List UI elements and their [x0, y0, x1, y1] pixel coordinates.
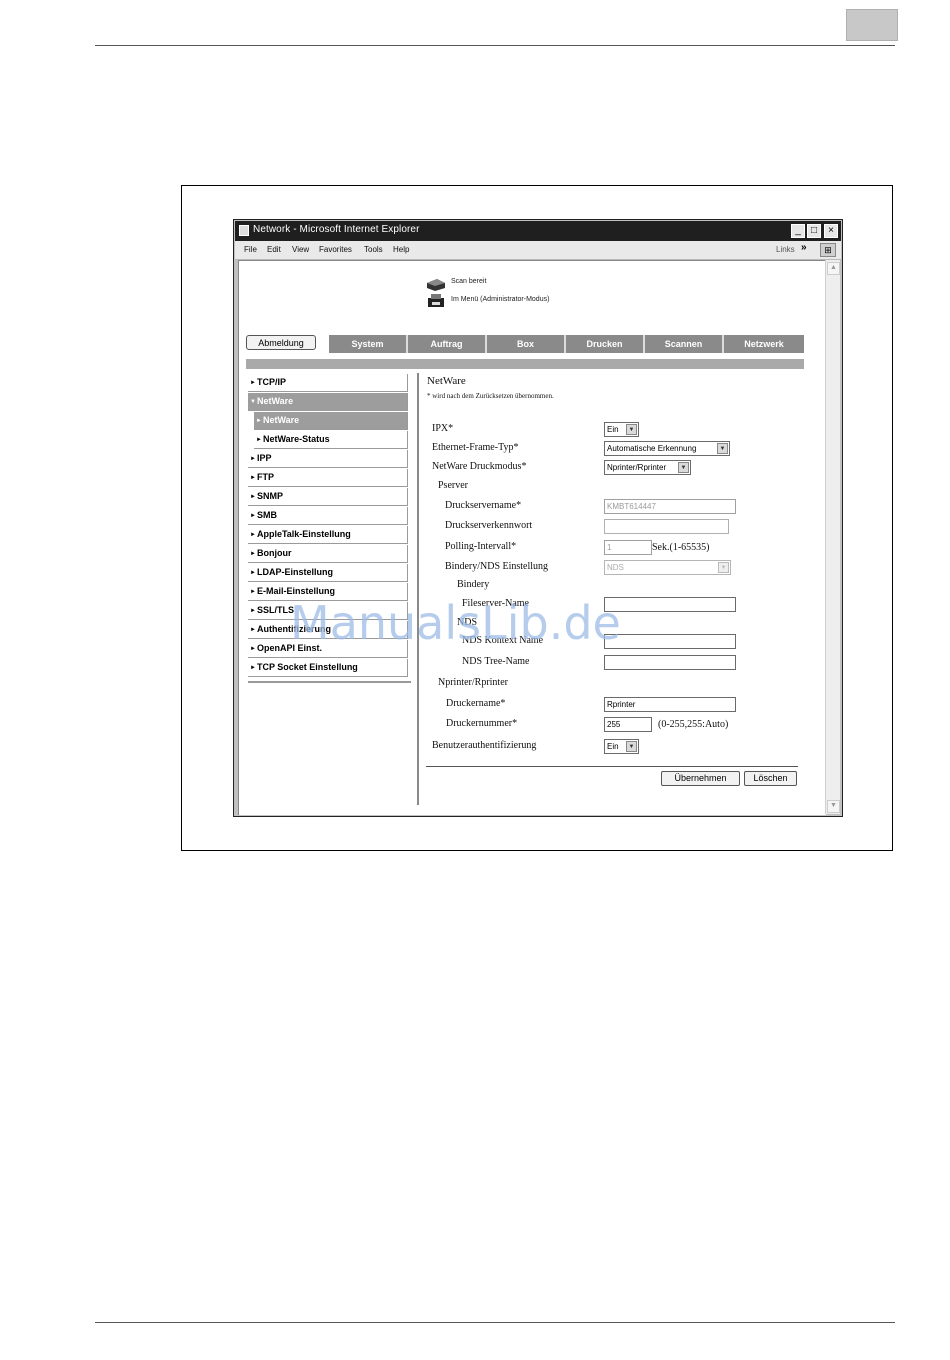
- print-mode-label: NetWare Druckmodus*: [432, 461, 527, 472]
- browser-window: Network - Microsoft Internet Explorer _ …: [233, 219, 843, 817]
- print-server-name-input[interactable]: KMBT614447: [604, 499, 736, 514]
- window-title: Network - Microsoft Internet Explorer: [253, 224, 420, 235]
- status-admin-mode: Im Menü (Administrator-Modus): [451, 296, 550, 303]
- clear-button[interactable]: Löschen: [744, 771, 797, 786]
- bindery-section-label: Bindery: [457, 579, 490, 590]
- watermark: ManualsLib.de: [290, 596, 621, 650]
- polling-interval-unit: Sek.(1-65535): [652, 542, 710, 553]
- printer-icon: [428, 294, 444, 307]
- close-button[interactable]: ×: [824, 224, 838, 238]
- user-auth-select[interactable]: Ein ▼: [604, 739, 639, 754]
- sidebar-item-tcp-socket[interactable]: ►TCP Socket Einstellung: [248, 659, 408, 677]
- page-title: NetWare: [427, 375, 466, 387]
- apply-button[interactable]: Übernehmen: [661, 771, 740, 786]
- tab-drucken[interactable]: Drucken: [566, 335, 645, 353]
- scroll-up-icon[interactable]: ▲: [827, 262, 840, 275]
- tab-underbar: [246, 359, 804, 369]
- links-label[interactable]: Links: [776, 245, 795, 254]
- windows-logo-icon: ⊞: [820, 243, 836, 257]
- content-divider: [417, 373, 419, 805]
- sidebar-item-smb[interactable]: ►SMB: [248, 507, 408, 525]
- sidebar-bottom-rule: [248, 681, 411, 683]
- menu-help[interactable]: Help: [393, 245, 409, 254]
- page-viewport: Scan bereit Im Menü (Administrator-Modus…: [238, 260, 826, 815]
- status-scan-ready: Scan bereit: [451, 278, 487, 285]
- minimize-button[interactable]: _: [791, 224, 805, 238]
- tab-netzwerk[interactable]: Netzwerk: [724, 335, 804, 353]
- vertical-scrollbar[interactable]: ▲ ▼: [825, 260, 840, 814]
- sidebar-item-appletalk[interactable]: ►AppleTalk-Einstellung: [248, 526, 408, 544]
- menu-edit[interactable]: Edit: [267, 245, 281, 254]
- sidebar-item-ftp[interactable]: ►FTP: [248, 469, 408, 487]
- printer-number-input[interactable]: 255: [604, 717, 652, 732]
- footer-rule: [95, 1322, 895, 1323]
- bindery-nds-label: Bindery/NDS Einstellung: [445, 561, 549, 572]
- ie-app-icon: [239, 225, 249, 236]
- links-chevron-icon[interactable]: »: [801, 242, 807, 253]
- polling-interval-label: Polling-Intervall*: [445, 541, 517, 552]
- printer-number-label: Druckernummer*: [446, 718, 518, 729]
- sidebar-item-tcpip[interactable]: ►TCP/IP: [248, 374, 408, 392]
- chevron-down-icon: ▼: [626, 424, 637, 435]
- sidebar-item-ipp[interactable]: ►IPP: [248, 450, 408, 468]
- print-server-password-label: Druckserverkennwort: [445, 520, 533, 531]
- maximize-button[interactable]: □: [807, 224, 821, 238]
- tab-system[interactable]: System: [329, 335, 408, 353]
- logout-button[interactable]: Abmeldung: [246, 335, 316, 350]
- chevron-down-icon: ▼: [626, 741, 637, 752]
- printer-name-label: Druckername*: [446, 698, 506, 709]
- tab-box[interactable]: Box: [487, 335, 566, 353]
- nds-context-input[interactable]: [604, 634, 736, 649]
- scroll-down-icon[interactable]: ▼: [827, 800, 840, 813]
- ipx-label: IPX*: [432, 423, 454, 434]
- menu-tools[interactable]: Tools: [364, 245, 383, 254]
- frame-type-label: Ethernet-Frame-Typ*: [432, 442, 519, 453]
- sidebar-item-netware[interactable]: ▼NetWare: [248, 393, 408, 411]
- nds-tree-input[interactable]: [604, 655, 736, 670]
- tab-scannen[interactable]: Scannen: [645, 335, 724, 353]
- printer-name-input[interactable]: Rprinter: [604, 697, 736, 712]
- restart-note: * wird nach dem Zurücksetzen übernommen.: [427, 392, 554, 400]
- print-server-password-input[interactable]: [604, 519, 729, 534]
- sidebar-item-bonjour[interactable]: ►Bonjour: [248, 545, 408, 563]
- print-mode-select[interactable]: Nprinter/Rprinter ▼: [604, 460, 691, 475]
- ipx-select[interactable]: Ein ▼: [604, 422, 639, 437]
- menu-favorites[interactable]: Favorites: [319, 245, 352, 254]
- menu-view[interactable]: View: [292, 245, 309, 254]
- header-rule: [95, 45, 895, 46]
- sidebar-item-snmp[interactable]: ►SNMP: [248, 488, 408, 506]
- scanner-icon: [427, 279, 445, 291]
- chevron-down-icon: ▼: [678, 462, 689, 473]
- sidebar-subitem-netware-status[interactable]: ►NetWare-Status: [254, 431, 408, 449]
- form-bottom-rule: [426, 766, 798, 767]
- frame-type-select[interactable]: Automatische Erkennung ▼: [604, 441, 730, 456]
- menu-file[interactable]: File: [244, 245, 257, 254]
- tab-auftrag[interactable]: Auftrag: [408, 335, 487, 353]
- pserver-section-label: Pserver: [438, 480, 468, 491]
- nds-tree-label: NDS Tree-Name: [462, 656, 530, 667]
- nprinter-section-label: Nprinter/Rprinter: [438, 677, 508, 688]
- bindery-nds-select[interactable]: NDS ▼: [604, 560, 731, 575]
- sidebar-subitem-netware[interactable]: ►NetWare: [254, 412, 408, 430]
- print-server-name-label: Druckservername*: [445, 500, 522, 511]
- title-bar: Network - Microsoft Internet Explorer _ …: [235, 221, 841, 241]
- menu-bar: File Edit View Favorites Tools Help Link…: [235, 241, 841, 260]
- user-auth-label: Benutzerauthentifizierung: [432, 740, 537, 751]
- chapter-tab: [846, 9, 898, 41]
- chevron-down-icon: ▼: [718, 562, 729, 573]
- printer-number-range: (0-255,255:Auto): [658, 719, 729, 730]
- chevron-down-icon: ▼: [717, 443, 728, 454]
- polling-interval-input[interactable]: 1: [604, 540, 652, 555]
- sidebar-item-ldap[interactable]: ►LDAP-Einstellung: [248, 564, 408, 582]
- fileserver-name-input[interactable]: [604, 597, 736, 612]
